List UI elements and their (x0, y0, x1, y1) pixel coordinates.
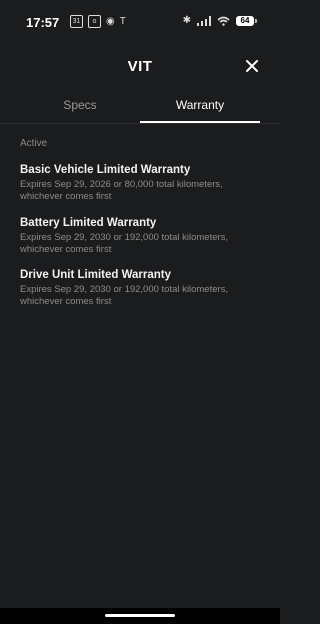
wifi-icon (217, 16, 230, 26)
warranty-desc: Expires Sep 29, 2030 or 192,000 total ki… (20, 284, 268, 308)
outlook-icon: o (88, 15, 101, 28)
warranty-desc-line: whichever comes first (20, 244, 112, 255)
home-indicator[interactable] (105, 614, 175, 617)
warranty-desc: Expires Sep 29, 2030 or 192,000 total ki… (20, 232, 268, 256)
tab-bar: Specs Warranty (0, 92, 280, 122)
warranty-desc-line: whichever comes first (20, 191, 112, 202)
tab-specs[interactable]: Specs (20, 92, 140, 122)
warranty-item: Battery Limited Warranty Expires Sep 29,… (20, 217, 268, 256)
page-title: VIT (127, 58, 153, 75)
warranty-desc-line: Expires Sep 29, 2030 or 192,000 total ki… (20, 232, 229, 243)
warranty-desc: Expires Sep 29, 2026 or 80,000 total kil… (20, 179, 268, 203)
warranty-desc-line: whichever comes first (20, 296, 112, 307)
chrome-icon: ◉ (106, 16, 115, 27)
status-right-icons: ✱ 64 (182, 15, 257, 26)
close-button[interactable] (242, 56, 262, 76)
tesla-icon: T (119, 16, 126, 27)
status-left-icons: 31 o ◉ T (70, 15, 126, 28)
bluetooth-icon: ✱ (182, 15, 191, 26)
calendar-icon: 31 (70, 15, 83, 28)
warranty-desc-line: Expires Sep 29, 2026 or 80,000 total kil… (20, 179, 223, 190)
warranty-desc-line: Expires Sep 29, 2030 or 192,000 total ki… (20, 284, 229, 295)
warranty-item: Drive Unit Limited Warranty Expires Sep … (20, 269, 268, 308)
warranty-title: Battery Limited Warranty (20, 217, 157, 229)
battery-icon: 64 (236, 15, 257, 26)
divider (0, 123, 280, 124)
signal-icon (197, 15, 211, 26)
warranty-title: Drive Unit Limited Warranty (20, 269, 172, 281)
warranty-title: Basic Vehicle Limited Warranty (20, 164, 191, 176)
tab-warranty[interactable]: Warranty (140, 92, 260, 122)
close-icon (246, 60, 258, 72)
section-label-active: Active (20, 138, 48, 149)
status-time: 17:57 (26, 15, 60, 30)
status-bar: 17:57 31 o ◉ T ✱ 64 (0, 0, 280, 44)
warranty-item: Basic Vehicle Limited Warranty Expires S… (20, 164, 268, 203)
